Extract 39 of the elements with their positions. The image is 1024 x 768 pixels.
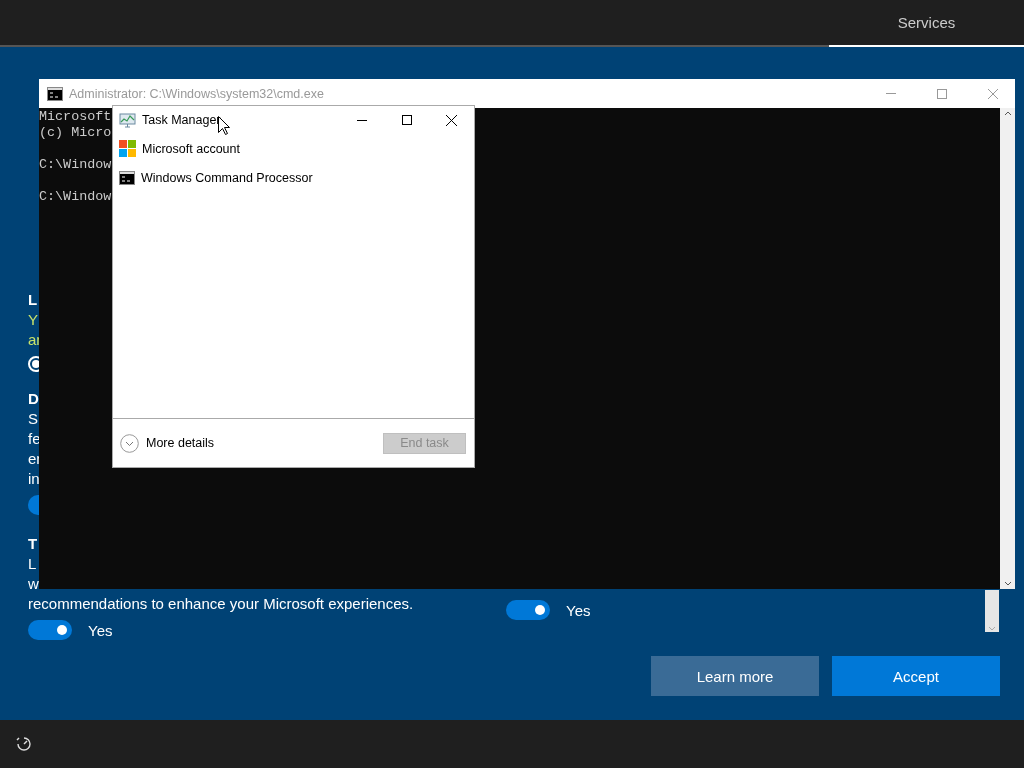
- learn-more-button[interactable]: Learn more: [651, 656, 819, 696]
- app-list-item[interactable]: Microsoft account: [113, 134, 474, 163]
- console-icon: [119, 170, 135, 185]
- console-icon: [47, 86, 63, 101]
- console-line: Microsoft: [39, 109, 112, 125]
- scrollbar[interactable]: [985, 590, 999, 632]
- console-line: (c) Micro: [39, 125, 112, 141]
- chevron-down-icon[interactable]: [1003, 581, 1012, 587]
- more-details-link[interactable]: More details: [146, 436, 376, 450]
- toggle-label: Yes: [88, 621, 113, 639]
- scrollbar[interactable]: [1000, 108, 1015, 589]
- setting-text: S: [28, 409, 38, 429]
- setting-text: fe: [28, 429, 41, 449]
- setting-text: in: [28, 469, 40, 489]
- setting-text: er: [28, 449, 42, 469]
- setting-text: recommendations to enhance your Microsoft experiences.: [28, 594, 414, 614]
- toggle-switch[interactable]: [28, 620, 72, 640]
- expand-icon[interactable]: [120, 433, 139, 453]
- minimize-icon[interactable]: [356, 119, 367, 121]
- monitor-chart-icon: [119, 112, 136, 128]
- accept-button[interactable]: Accept: [832, 656, 1000, 696]
- setting-heading: D: [28, 389, 39, 409]
- window-title: Administrator: C:\Windows\system32\cmd.exe: [69, 86, 325, 101]
- console-line: C:\Window: [39, 189, 112, 205]
- circular-arrow-icon[interactable]: [16, 736, 32, 752]
- setting-heading: L: [28, 290, 38, 310]
- setting-text: ar: [28, 330, 42, 350]
- chevron-up-icon[interactable]: [1003, 110, 1012, 116]
- app-list-item[interactable]: Windows Command Processor: [113, 163, 474, 192]
- toggle-label: Yes: [566, 601, 591, 619]
- console-line: C:\Window: [39, 157, 112, 173]
- maximize-icon[interactable]: [401, 115, 412, 125]
- setting-heading: T: [28, 534, 38, 554]
- setting-text: w: [28, 574, 39, 594]
- close-icon[interactable]: [446, 114, 457, 126]
- setting-text: L: [28, 554, 37, 574]
- toggle-switch[interactable]: [506, 600, 550, 620]
- setting-text: Y: [28, 310, 38, 330]
- four-squares-icon: [119, 140, 136, 157]
